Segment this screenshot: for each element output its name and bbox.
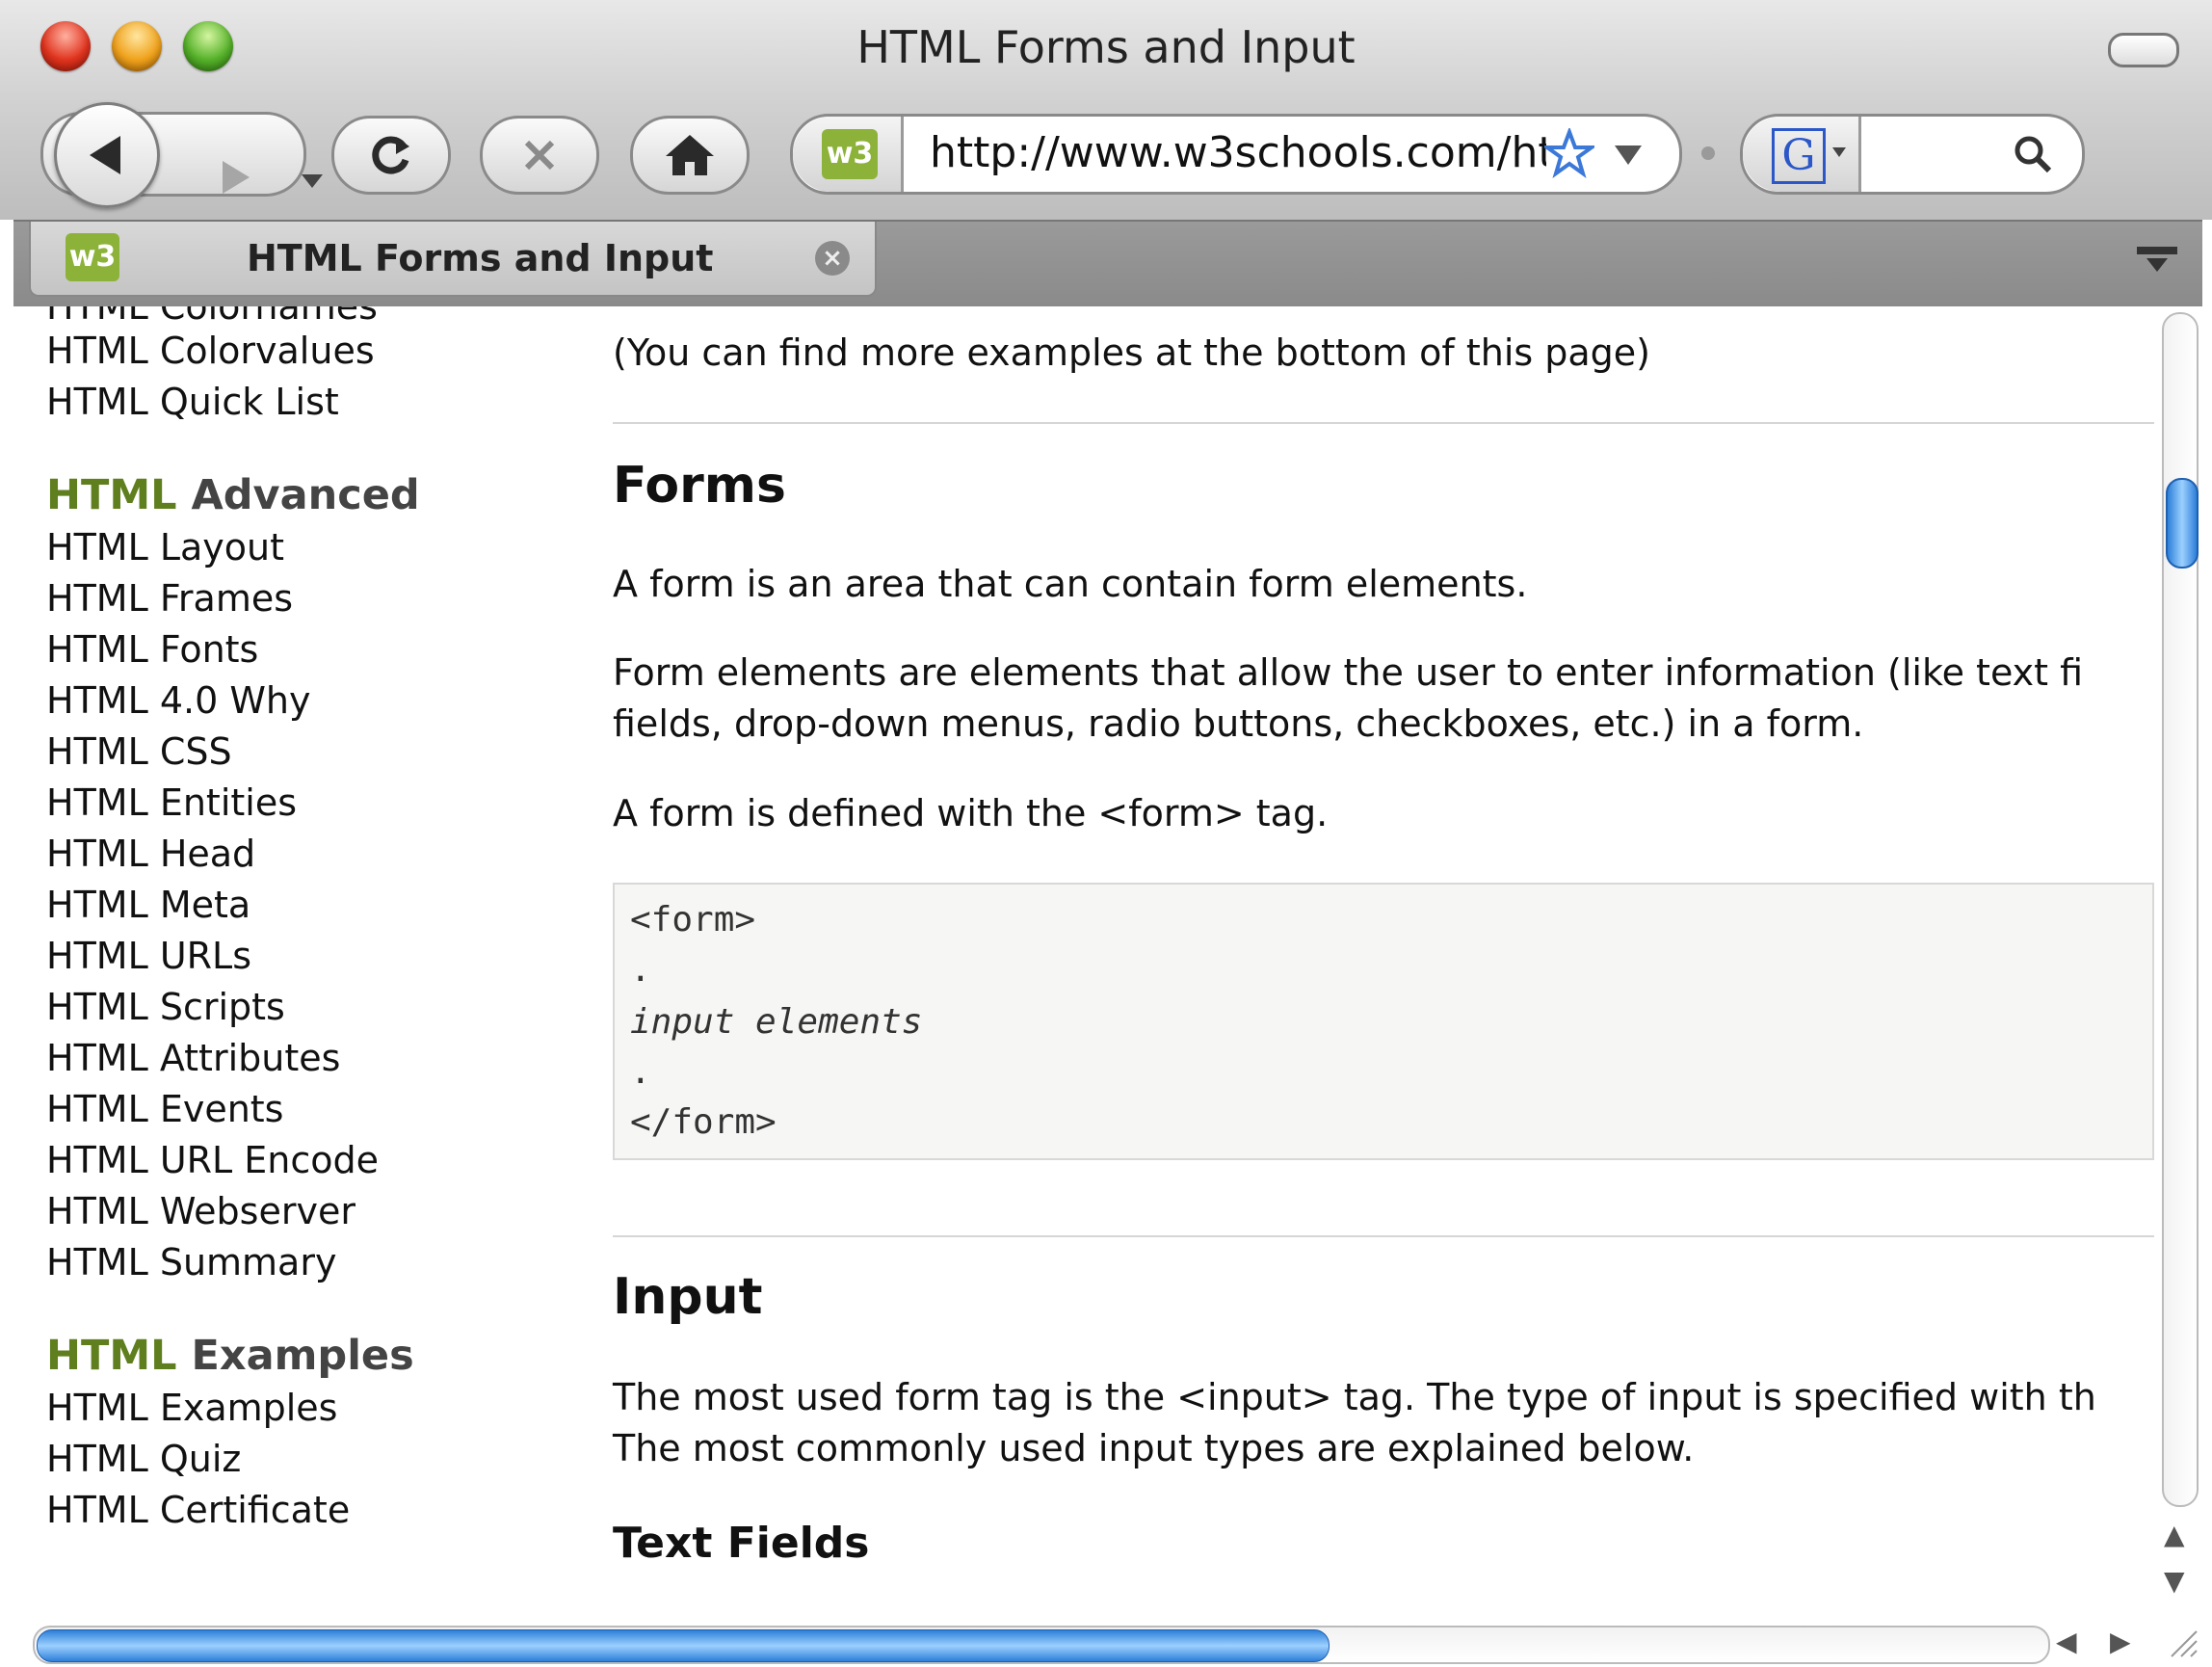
scroll-right-icon[interactable]: ▶ bbox=[2110, 1626, 2131, 1657]
sidebar-item-layout[interactable]: HTML Layout bbox=[46, 522, 586, 573]
w3schools-favicon-icon: w3 bbox=[822, 129, 878, 179]
input-paragraph-line1: The most used form tag is the <input> ta… bbox=[613, 1376, 2096, 1418]
sidebar-nav: HTML Colorvalues HTML Quick List HTML Ad… bbox=[46, 326, 586, 1536]
forms-heading: Forms bbox=[613, 457, 786, 515]
chevron-down-icon bbox=[302, 174, 323, 188]
google-icon: G bbox=[1772, 128, 1826, 184]
close-tab-icon[interactable]: × bbox=[815, 241, 850, 276]
sidebar-item-url-encode[interactable]: HTML URL Encode bbox=[46, 1135, 586, 1186]
sidebar-item-urls[interactable]: HTML URLs bbox=[46, 931, 586, 982]
sidebar-item-events[interactable]: HTML Events bbox=[46, 1084, 586, 1135]
sidebar-item-webserver[interactable]: HTML Webserver bbox=[46, 1186, 586, 1237]
chevron-down-icon bbox=[1832, 147, 1846, 157]
tab-bar: w3 HTML Forms and Input × bbox=[13, 220, 2202, 308]
sidebar-item-colorvalues[interactable]: HTML Colorvalues bbox=[46, 326, 586, 377]
forms-paragraph-2-line1: Form elements are elements that allow th… bbox=[613, 651, 2084, 694]
site-identity-button[interactable]: w3 bbox=[793, 117, 904, 192]
forms-paragraph-3: A form is defined with the <form> tag. bbox=[613, 792, 1329, 834]
code-example: <form> . input elements . </form> bbox=[613, 883, 2154, 1160]
scroll-down-icon[interactable]: ▼ bbox=[2164, 1565, 2185, 1597]
sidebar-item-head[interactable]: HTML Head bbox=[46, 829, 586, 880]
sidebar-heading-advanced: HTML Advanced bbox=[46, 468, 586, 522]
sidebar-item-quick-list[interactable]: HTML Quick List bbox=[46, 377, 586, 428]
sidebar-item-examples[interactable]: HTML Examples bbox=[46, 1383, 586, 1434]
window-title: HTML Forms and Input bbox=[856, 21, 1356, 73]
code-line: <form> bbox=[630, 900, 756, 939]
input-paragraph-line2: The most commonly used input types are e… bbox=[613, 1427, 1695, 1469]
sidebar-item-fonts[interactable]: HTML Fonts bbox=[46, 624, 586, 675]
sidebar-item-certificate[interactable]: HTML Certificate bbox=[46, 1485, 586, 1536]
toolbar-toggle-button[interactable] bbox=[2108, 33, 2179, 67]
scroll-left-icon[interactable]: ◀ bbox=[2056, 1626, 2077, 1657]
forward-icon bbox=[223, 161, 250, 194]
sidebar-item-css[interactable]: HTML CSS bbox=[46, 727, 586, 778]
input-heading: Input bbox=[613, 1268, 763, 1326]
bookmark-star-icon[interactable] bbox=[1544, 128, 1594, 178]
sidebar-item-cut[interactable]: HTML Colornames bbox=[46, 306, 378, 328]
scroll-up-icon[interactable]: ▲ bbox=[2164, 1519, 2185, 1550]
url-dropdown-icon[interactable] bbox=[1612, 142, 1645, 169]
sidebar-item-scripts[interactable]: HTML Scripts bbox=[46, 982, 586, 1033]
back-icon bbox=[90, 136, 120, 174]
divider bbox=[613, 422, 2154, 424]
heading-accent: HTML bbox=[46, 1332, 177, 1380]
url-text[interactable]: http://www.w3schools.com/ht bbox=[930, 128, 1546, 177]
stop-icon bbox=[524, 140, 555, 171]
sidebar-item-meta[interactable]: HTML Meta bbox=[46, 880, 586, 931]
reload-icon bbox=[372, 136, 409, 174]
intro-text: (You can find more examples at the botto… bbox=[613, 331, 1650, 374]
code-line: . bbox=[630, 950, 651, 990]
vertical-scroll-thumb[interactable] bbox=[2166, 478, 2199, 569]
separator-dot bbox=[1701, 146, 1715, 160]
code-line: . bbox=[630, 1052, 651, 1092]
tab-list-icon[interactable] bbox=[2133, 243, 2181, 281]
vertical-scroll-track[interactable] bbox=[2162, 312, 2199, 1507]
home-icon bbox=[666, 135, 714, 175]
home-button[interactable] bbox=[630, 116, 750, 195]
heading-rest: Examples bbox=[176, 1332, 414, 1380]
resize-grip-icon[interactable] bbox=[2166, 1626, 2199, 1658]
stop-button[interactable] bbox=[480, 116, 599, 195]
search-icon[interactable] bbox=[2013, 134, 2053, 174]
heading-rest: Advanced bbox=[176, 471, 420, 519]
sidebar-item-4-0-why[interactable]: HTML 4.0 Why bbox=[46, 675, 586, 727]
vertical-scrollbar[interactable]: ▲ ▼ bbox=[2156, 306, 2202, 1622]
address-bar[interactable]: w3 http://www.w3schools.com/ht bbox=[790, 114, 1682, 195]
code-line: </form> bbox=[630, 1102, 777, 1142]
sidebar-item-entities[interactable]: HTML Entities bbox=[46, 778, 586, 829]
code-line: input elements bbox=[630, 1002, 923, 1042]
sidebar-item-frames[interactable]: HTML Frames bbox=[46, 573, 586, 624]
reload-button[interactable] bbox=[331, 116, 451, 195]
forward-button[interactable] bbox=[209, 153, 257, 201]
heading-accent: HTML bbox=[46, 471, 177, 519]
search-engine-selector[interactable]: G bbox=[1743, 117, 1861, 192]
tab-html-forms[interactable]: w3 HTML Forms and Input × bbox=[29, 222, 877, 297]
forms-paragraph-2-line2: fields, drop-down menus, radio buttons, … bbox=[613, 702, 1864, 745]
window-titlebar: HTML Forms and Input bbox=[0, 0, 2212, 96]
horizontal-scrollbar[interactable]: ◀ ▶ bbox=[13, 1622, 2202, 1667]
history-menu-button[interactable] bbox=[298, 165, 327, 194]
page-viewport: HTML Colornames HTML Colorvalues HTML Qu… bbox=[13, 306, 2156, 1622]
sidebar-item-attributes[interactable]: HTML Attributes bbox=[46, 1033, 586, 1084]
w3schools-favicon-icon: w3 bbox=[66, 233, 119, 281]
navigation-toolbar: w3 http://www.w3schools.com/ht G bbox=[0, 96, 2212, 220]
sidebar-item-quiz[interactable]: HTML Quiz bbox=[46, 1434, 586, 1485]
forms-paragraph-1: A form is an area that can contain form … bbox=[613, 563, 1528, 605]
sidebar-heading-examples: HTML Examples bbox=[46, 1329, 586, 1383]
tab-label: HTML Forms and Input bbox=[247, 237, 714, 279]
back-button[interactable] bbox=[54, 102, 160, 208]
divider bbox=[613, 1235, 2154, 1237]
horizontal-scroll-thumb[interactable] bbox=[37, 1629, 1330, 1662]
text-fields-heading: Text Fields bbox=[613, 1519, 870, 1568]
sidebar-item-summary[interactable]: HTML Summary bbox=[46, 1237, 586, 1288]
horizontal-scroll-track[interactable] bbox=[33, 1626, 2050, 1664]
search-bar[interactable]: G bbox=[1740, 114, 2085, 195]
